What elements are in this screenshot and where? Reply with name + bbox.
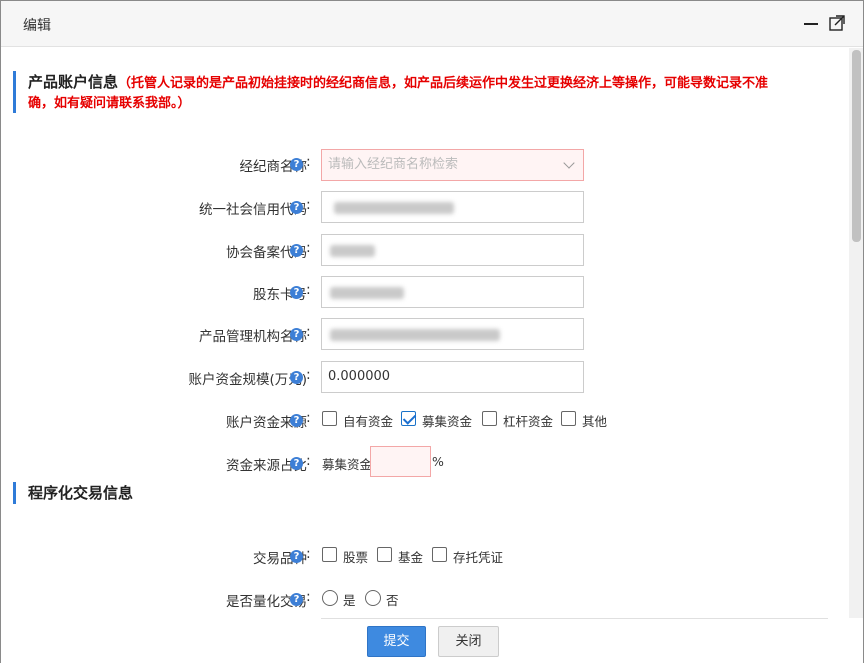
help-icon[interactable]: ? xyxy=(290,286,303,299)
colon: : xyxy=(306,410,311,426)
redacted-value xyxy=(334,202,454,214)
section-product-title: 产品账户信息 xyxy=(28,73,119,91)
help-icon[interactable]: ? xyxy=(290,201,303,214)
help-icon[interactable]: ? xyxy=(290,414,303,427)
checkbox-stock[interactable] xyxy=(322,547,337,562)
redacted-value xyxy=(330,329,500,341)
colon: : xyxy=(306,546,311,562)
checkbox-depositary-receipt[interactable] xyxy=(432,547,447,562)
fund-ratio-input[interactable] xyxy=(370,446,431,477)
section-program-title: 程序化交易信息 xyxy=(28,484,134,502)
checkbox-leverage-funds[interactable] xyxy=(482,411,497,426)
section-product-account: 产品账户信息（托管人记录的是产品初始挂接时的经纪商信息，如产品后续运作中发生过更… xyxy=(13,71,833,113)
option-label: 是 xyxy=(343,593,356,608)
colon: : xyxy=(306,197,311,213)
checkbox-own-funds[interactable] xyxy=(322,411,337,426)
colon: : xyxy=(306,324,311,340)
dialog-footer: 提交 关闭 xyxy=(1,618,863,663)
scrollbar-thumb[interactable] xyxy=(852,50,861,242)
help-icon[interactable]: ? xyxy=(290,158,303,171)
colon: : xyxy=(306,282,311,298)
credit-code-input[interactable] xyxy=(321,191,584,223)
colon: : xyxy=(306,240,311,256)
vertical-scrollbar[interactable] xyxy=(849,48,863,618)
redacted-value xyxy=(330,287,404,299)
option-label: 杠杆资金 xyxy=(503,414,554,429)
help-icon[interactable]: ? xyxy=(290,371,303,384)
option-label: 自有资金 xyxy=(343,414,394,429)
checkbox-fund[interactable] xyxy=(377,547,392,562)
broker-name-placeholder: 请输入经纪商名称检索 xyxy=(328,157,459,172)
section-product-note-line1: （托管人记录的是产品初始挂接时的经纪商信息，如产品后续运作中发生过更换经济上等操… xyxy=(118,76,769,91)
help-icon[interactable]: ? xyxy=(290,593,303,606)
radio-quant-no[interactable] xyxy=(365,590,381,606)
help-icon[interactable]: ? xyxy=(290,457,303,470)
fund-ratio-prefix: 募集资金 xyxy=(322,457,373,472)
manager-name-input[interactable] xyxy=(321,318,584,350)
chevron-down-icon xyxy=(563,157,575,169)
colon: : xyxy=(306,589,311,605)
close-button[interactable]: 关闭 xyxy=(438,626,499,657)
colon: : xyxy=(306,154,311,170)
edit-dialog: 编辑 产品账户信息（托管人记录的是产品初始挂接时的经纪商信息，如产品后续运作中发… xyxy=(0,0,864,663)
help-icon[interactable]: ? xyxy=(290,328,303,341)
minimize-icon[interactable] xyxy=(801,13,821,33)
fund-scale-value: 0.000000 xyxy=(328,369,391,384)
dialog-content[interactable]: 产品账户信息（托管人记录的是产品初始挂接时的经纪商信息，如产品后续运作中发生过更… xyxy=(1,48,849,618)
option-label: 募集资金 xyxy=(422,414,473,429)
option-label: 股票 xyxy=(343,550,369,565)
help-icon[interactable]: ? xyxy=(290,244,303,257)
option-label: 基金 xyxy=(398,550,424,565)
shareholder-card-input[interactable] xyxy=(321,276,584,308)
section-product-note-line2: 确，如有疑问请联系我部。） xyxy=(28,96,191,111)
checkbox-other[interactable] xyxy=(561,411,576,426)
radio-quant-yes[interactable] xyxy=(322,590,338,606)
percent-suffix: % xyxy=(432,454,444,469)
broker-name-select[interactable]: 请输入经纪商名称检索 xyxy=(321,149,584,181)
colon: : xyxy=(306,453,311,469)
checkbox-raised-funds[interactable] xyxy=(401,411,416,426)
fund-scale-input[interactable]: 0.000000 xyxy=(321,361,584,393)
dialog-titlebar: 编辑 xyxy=(1,1,863,47)
option-label: 存托凭证 xyxy=(453,550,504,565)
option-label: 否 xyxy=(386,593,399,608)
option-label: 其他 xyxy=(582,414,608,429)
dialog-title: 编辑 xyxy=(23,18,51,34)
next-field-edge xyxy=(321,618,828,622)
help-icon[interactable]: ? xyxy=(290,550,303,563)
section-program-trading: 程序化交易信息 xyxy=(13,482,133,504)
redacted-value xyxy=(330,245,375,257)
maximize-icon[interactable] xyxy=(827,13,847,33)
colon: : xyxy=(306,367,311,383)
association-code-input[interactable] xyxy=(321,234,584,266)
submit-button[interactable]: 提交 xyxy=(367,626,426,657)
